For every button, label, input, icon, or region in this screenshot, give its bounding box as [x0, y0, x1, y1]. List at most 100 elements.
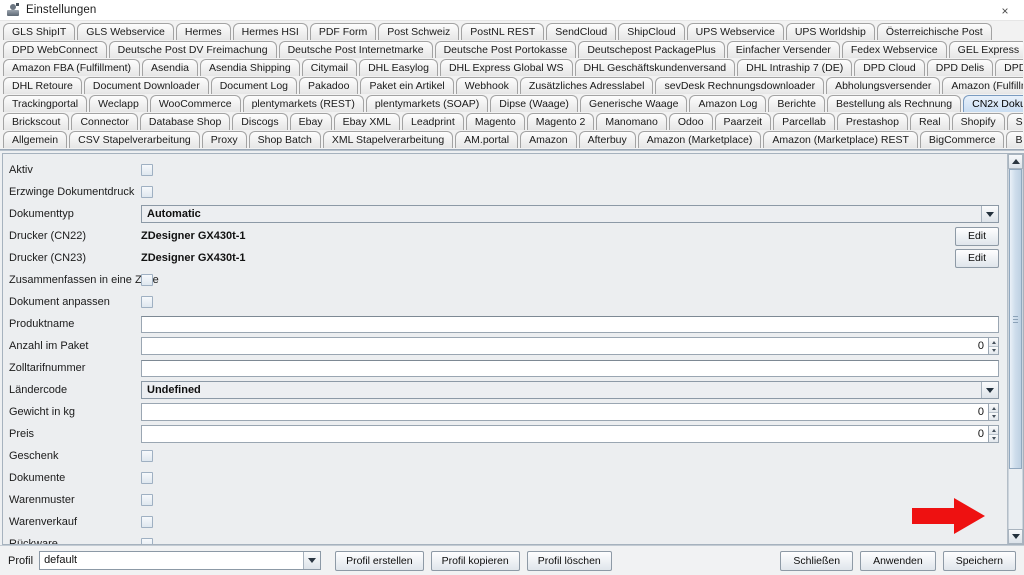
checkbox-geschenk[interactable]: [141, 450, 153, 462]
tab-einfacher-versender[interactable]: Einfacher Versender: [726, 41, 840, 58]
tab-trackingportal[interactable]: Trackingportal: [3, 95, 88, 112]
tab-abholungsversender[interactable]: Abholungsversender: [826, 77, 941, 94]
tab-asendia[interactable]: Asendia: [142, 59, 198, 76]
tab-amazon-log[interactable]: Amazon Log: [689, 95, 767, 112]
profil-select[interactable]: default: [39, 551, 322, 570]
tab-plentymarkets-rest[interactable]: plentymarkets (REST): [242, 95, 364, 112]
tab-cn2x-dokument[interactable]: CN2x Dokument: [963, 95, 1023, 112]
tab-prestashop[interactable]: Prestashop: [836, 113, 908, 130]
tab-bestellung-als-rechnung[interactable]: Bestellung als Rechnung: [826, 95, 962, 112]
tab-paarzeit[interactable]: Paarzeit: [714, 113, 772, 130]
tab-gel-express[interactable]: GEL Express: [948, 41, 1023, 58]
vertical-scrollbar[interactable]: [1007, 154, 1023, 544]
tab-amazon-fba-fulfillment[interactable]: Amazon FBA (Fulfillment): [3, 59, 141, 76]
tab-ebay[interactable]: Ebay: [289, 113, 332, 130]
tab-magento[interactable]: Magento: [465, 113, 525, 130]
checkbox-dokument-anpassen[interactable]: [141, 296, 153, 308]
spinner-down-icon[interactable]: [989, 434, 998, 442]
tab-gls-webservice[interactable]: GLS Webservice: [77, 23, 174, 40]
tab-xml-stapelverarbeitung[interactable]: XML Stapelverarbeitung: [322, 131, 454, 148]
combo-dokumenttyp[interactable]: Automatic: [141, 205, 999, 223]
tab-weclapp[interactable]: Weclapp: [89, 95, 148, 112]
tab-dpd-webconnect[interactable]: DPD WebConnect: [3, 41, 107, 58]
input-produktname[interactable]: [141, 315, 999, 333]
tab-dpd-delis[interactable]: DPD Delis: [926, 59, 994, 76]
tab-deutsche-post-dv-freimachung[interactable]: Deutsche Post DV Freimachung: [108, 41, 277, 58]
tab-shopify[interactable]: Shopify: [951, 113, 1005, 130]
scroll-up-icon[interactable]: [1008, 154, 1023, 169]
tab-afterbuy[interactable]: Afterbuy: [578, 131, 636, 148]
tab-plentymarkets-soap[interactable]: plentymarkets (SOAP): [365, 95, 489, 112]
tab-connector[interactable]: Connector: [71, 113, 138, 130]
tab-hermes[interactable]: Hermes: [175, 23, 231, 40]
tab-dhl-gesch-ftskundenversand[interactable]: DHL Geschäftskundenversand: [574, 59, 736, 76]
chevron-down-icon[interactable]: [303, 552, 321, 569]
scroll-down-icon[interactable]: [1008, 529, 1023, 544]
tab-pakadoo[interactable]: Pakadoo: [299, 77, 359, 94]
tab-document-log[interactable]: Document Log: [210, 77, 297, 94]
tab-dhl-easylog[interactable]: DHL Easylog: [359, 59, 438, 76]
spinner-anzahl-im-paket[interactable]: 0: [141, 337, 999, 355]
checkbox-rückware[interactable]: [141, 538, 153, 544]
checkbox-dokumente[interactable]: [141, 472, 153, 484]
button-profil-kopieren[interactable]: Profil kopieren: [430, 550, 520, 571]
spinner-up-icon[interactable]: [989, 338, 998, 346]
tab-amazon-marketplace[interactable]: Amazon (Marketplace): [637, 131, 762, 148]
tab-generische-waage[interactable]: Generische Waage: [579, 95, 688, 112]
tab-ebay-xml[interactable]: Ebay XML: [333, 113, 401, 130]
tab-real[interactable]: Real: [909, 113, 950, 130]
spinner-value-gewicht-in-kg[interactable]: 0: [141, 403, 988, 421]
tab-bigcommerce[interactable]: BigCommerce: [919, 131, 1005, 148]
button-schlie-en[interactable]: Schließen: [780, 550, 854, 571]
tab-odoo[interactable]: Odoo: [668, 113, 713, 130]
tab-shop-batch[interactable]: Shop Batch: [248, 131, 321, 148]
chevron-down-icon[interactable]: [981, 206, 998, 222]
tab-sterreichische-post[interactable]: Österreichische Post: [876, 23, 992, 40]
spinner-value-preis[interactable]: 0: [141, 425, 988, 443]
tab-shopware[interactable]: Shopware: [1006, 113, 1023, 130]
tab-ups-worldship[interactable]: UPS Worldship: [785, 23, 875, 40]
spinner-up-icon[interactable]: [989, 404, 998, 412]
tab-webhook[interactable]: Webhook: [455, 77, 518, 94]
spinner-down-icon[interactable]: [989, 346, 998, 354]
tab-berichte[interactable]: Berichte: [768, 95, 825, 112]
tab-am-portal[interactable]: AM.portal: [455, 131, 519, 148]
tab-manomano[interactable]: Manomano: [596, 113, 667, 130]
scrollbar-track[interactable]: [1008, 169, 1023, 529]
tab-dpd-shipperservice-ch[interactable]: DPD ShipperService (CH): [995, 59, 1023, 76]
scrollbar-thumb[interactable]: [1009, 169, 1022, 469]
tab-csv-stapelverarbeitung[interactable]: CSV Stapelverarbeitung: [69, 131, 200, 148]
chevron-down-icon[interactable]: [981, 382, 998, 398]
tab-citymail[interactable]: Citymail: [301, 59, 358, 76]
input-zolltarifnummer[interactable]: [141, 359, 999, 377]
tab-parcellab[interactable]: Parcellab: [773, 113, 835, 130]
tab-brickscout[interactable]: Brickscout: [3, 113, 70, 130]
edit-button-drucker-cn23[interactable]: Edit: [955, 248, 999, 268]
tab-deutschepost-packageplus[interactable]: Deutschepost PackagePlus: [578, 41, 725, 58]
tab-gls-shipit[interactable]: GLS ShipIT: [3, 23, 76, 40]
tab-deutsche-post-portokasse[interactable]: Deutsche Post Portokasse: [434, 41, 577, 58]
tab-shipcloud[interactable]: ShipCloud: [618, 23, 685, 40]
tab-postnl-rest[interactable]: PostNL REST: [461, 23, 545, 40]
button-profil-l-schen[interactable]: Profil löschen: [526, 550, 612, 571]
button-profil-erstellen[interactable]: Profil erstellen: [335, 550, 424, 571]
tab-proxy[interactable]: Proxy: [201, 131, 247, 148]
button-anwenden[interactable]: Anwenden: [860, 550, 936, 571]
tab-dhl-intraship-7-de[interactable]: DHL Intraship 7 (DE): [737, 59, 853, 76]
tab-sevdesk-rechnungsdownloader[interactable]: sevDesk Rechnungsdownloader: [655, 77, 825, 94]
close-icon[interactable]: ×: [986, 0, 1024, 21]
tab-amazon-marketplace-rest[interactable]: Amazon (Marketplace) REST: [763, 131, 918, 148]
tab-billbee[interactable]: Billbee: [1006, 131, 1023, 148]
checkbox-zusammenfassen-in-eine-zeile[interactable]: [141, 274, 153, 286]
tab-zus-tzliches-adresslabel[interactable]: Zusätzliches Adresslabel: [519, 77, 654, 94]
tab-magento-2[interactable]: Magento 2: [526, 113, 595, 130]
tab-document-downloader[interactable]: Document Downloader: [83, 77, 209, 94]
spinner-preis[interactable]: 0: [141, 425, 999, 443]
checkbox-warenmuster[interactable]: [141, 494, 153, 506]
tab-dhl-express-global-ws[interactable]: DHL Express Global WS: [439, 59, 573, 76]
spinner-up-icon[interactable]: [989, 426, 998, 434]
tab-dhl-retoure[interactable]: DHL Retoure: [3, 77, 82, 94]
tab-allgemein[interactable]: Allgemein: [3, 131, 68, 148]
tab-woocommerce[interactable]: WooCommerce: [149, 95, 241, 112]
tab-post-schweiz[interactable]: Post Schweiz: [378, 23, 460, 40]
